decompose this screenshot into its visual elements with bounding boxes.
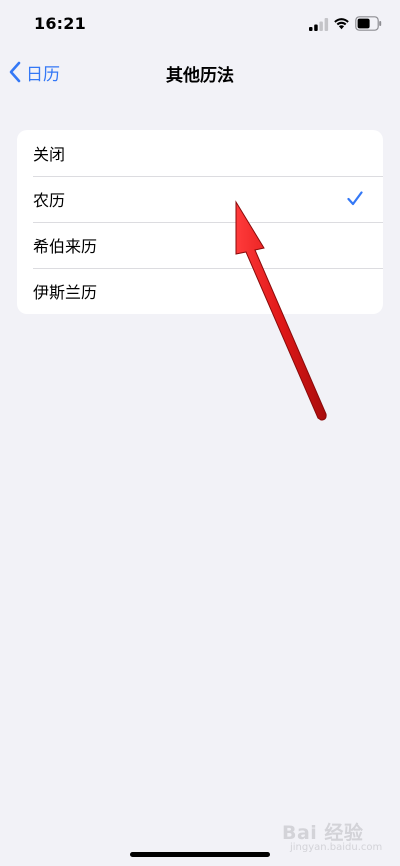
option-row-chinese[interactable]: 农历 [17,176,383,222]
option-label: 希伯来历 [33,237,98,256]
checkmark-icon [347,191,363,206]
calendar-options-list: 关闭 农历 希伯来历 伊斯兰历 [17,130,383,314]
option-label: 关闭 [33,145,66,164]
page-title: 其他历法 [166,66,234,86]
option-row-islamic[interactable]: 伊斯兰历 [17,268,383,314]
option-row-off[interactable]: 关闭 [17,130,383,176]
status-time: 16:21 [34,14,86,33]
cellular-signal-icon [309,18,329,31]
option-label: 伊斯兰历 [33,283,98,302]
watermark-url: jingyan.baidu.com [290,842,383,853]
wifi-icon [334,18,349,30]
watermark: Bai 经验 [282,822,364,844]
option-label: 农历 [33,191,66,210]
screen: 16:21 日历 其他历法 关闭 农历 希伯来历 伊斯兰历 Bai 经验 jin… [0,0,400,866]
status-bar: 16:21 [0,0,400,50]
home-indicator[interactable] [130,852,270,857]
navigation-bar: 日历 其他历法 [0,52,400,92]
option-row-hebrew[interactable]: 希伯来历 [17,222,383,268]
battery-icon [355,16,382,31]
